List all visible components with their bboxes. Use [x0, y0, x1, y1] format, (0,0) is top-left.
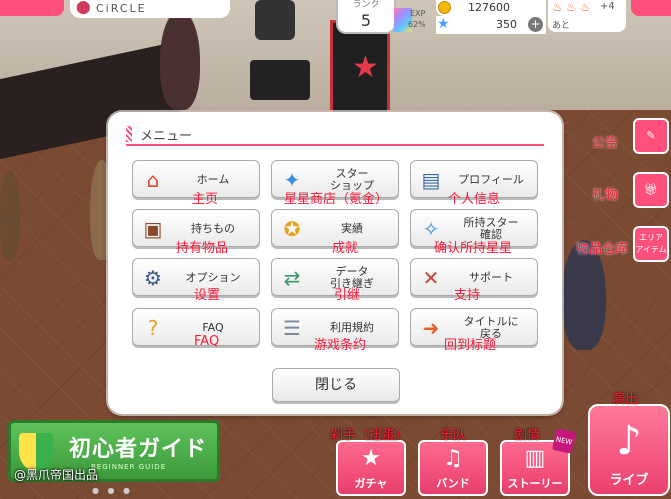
flame-plus: +4	[600, 1, 615, 12]
watermark: @黑爪帝国出品	[14, 468, 99, 482]
medal-icon: ✪	[283, 217, 301, 241]
exp-percent: 62%	[408, 20, 426, 29]
gift-button[interactable]: 🎁︎	[633, 172, 669, 208]
data-transfer-annotation: 引继	[334, 288, 361, 303]
star-value: 350	[496, 18, 517, 31]
terms-annotation: 游戏条约	[314, 338, 367, 353]
header-stripe	[126, 126, 132, 142]
guitar-decoration	[255, 0, 295, 40]
dialog-header: メニュー	[126, 122, 544, 146]
gacha-label: ガチャ	[354, 477, 388, 490]
area-item-button[interactable]: エリア アイテム	[633, 226, 669, 262]
star-gem-icon: ★	[437, 16, 450, 32]
house-icon: ⌂	[146, 168, 160, 192]
live-annotation: 演出	[612, 392, 639, 407]
support-annotation: 支持	[454, 288, 481, 303]
area-item-annotation: 物品仓库	[576, 242, 629, 257]
guitar-icon: ♫	[443, 446, 463, 471]
coin-value: 127600	[468, 1, 510, 14]
question-icon: ?	[147, 316, 159, 340]
buy-stars-button[interactable]: +	[528, 17, 543, 32]
gacha-button[interactable]: ★ ガチャ	[336, 440, 406, 496]
map-button[interactable]	[0, 0, 64, 16]
gift-annotation: 礼物	[592, 188, 619, 203]
id-card-icon: ▤	[421, 168, 441, 192]
guide-title: 初心者ガイド	[69, 437, 208, 462]
character-1[interactable]	[160, 10, 200, 110]
location-banner: CiRCLE	[70, 0, 230, 18]
exp-label: EXP	[410, 9, 426, 18]
items-annotation: 持有物品	[176, 241, 229, 256]
faq-annotation: FAQ	[194, 334, 220, 349]
profile-annotation: 个人信息	[448, 192, 501, 207]
tools-icon: ✕	[422, 266, 440, 290]
story-annotation: 剧情	[514, 428, 541, 443]
rank-label: ランク	[352, 0, 380, 10]
gacha-icon: ★	[361, 446, 381, 471]
notice-annotation: 公告	[592, 136, 619, 151]
options-annotation: 设置	[194, 288, 221, 303]
flame-icon: ♨	[566, 0, 577, 14]
star-decoration-icon: ★	[352, 50, 379, 85]
flame-icon: ♨	[552, 0, 563, 14]
guide-subtitle: BEGINNER GUIDE	[91, 463, 167, 471]
megaphone-icon: ✎	[646, 129, 656, 142]
flame-next-label: あと	[552, 21, 571, 31]
exp-gauge: EXP 62%	[394, 8, 434, 32]
return-title-annotation: 回到标题	[444, 338, 497, 353]
menu-dialog: メニュー ⌂ ホーム 主页 ✦ スター ショップ 星星商店（氪金） ▤ プロフィ…	[108, 112, 562, 414]
page-dots: ● ● ●	[92, 486, 134, 495]
rank-box: ランク 5	[336, 0, 396, 34]
coin-counter: 127600	[436, 0, 546, 16]
band-label: バンド	[436, 477, 470, 490]
notice-button[interactable]: ✎	[633, 118, 669, 154]
band-button[interactable]: ♫ バンド	[418, 440, 488, 496]
bag-icon: ▣	[143, 217, 163, 241]
gift-icon: 🎁︎	[644, 183, 658, 196]
location-name: CiRCLE	[96, 2, 147, 15]
coin-icon	[438, 1, 451, 14]
arrow-star-icon: ➜	[422, 316, 440, 340]
transfer-icon: ⇄	[283, 266, 301, 290]
character-2[interactable]	[0, 170, 20, 260]
story-label: ストーリー	[507, 477, 563, 490]
amp-decoration	[250, 60, 310, 100]
gacha-annotation: 剁手（扭蛋）	[330, 428, 409, 443]
close-button[interactable]: 閉じる	[272, 368, 400, 402]
live-label: ライブ	[609, 473, 649, 488]
dialog-title: メニュー	[140, 129, 193, 144]
achievements-annotation: 成就	[332, 241, 359, 256]
band-annotation: 乐队	[440, 428, 467, 443]
top-menu-button[interactable]	[631, 0, 671, 16]
location-pin-icon: ⬤	[76, 0, 91, 15]
gear-icon: ⚙	[144, 266, 162, 290]
star-check-annotation: 确认所持星星	[434, 241, 513, 256]
live-boost-box: ♨ ♨ ♨ +4 あと	[548, 0, 626, 32]
document-icon: ☰	[283, 316, 301, 340]
rank-value: 5	[360, 11, 372, 30]
star-shop-annotation: 星星商店（氪金）	[284, 192, 389, 207]
home-annotation: 主页	[192, 192, 219, 207]
live-button[interactable]: ♪ ライブ	[588, 404, 670, 496]
flame-icon: ♨	[580, 0, 591, 14]
music-note-icon: ♪	[616, 418, 642, 464]
